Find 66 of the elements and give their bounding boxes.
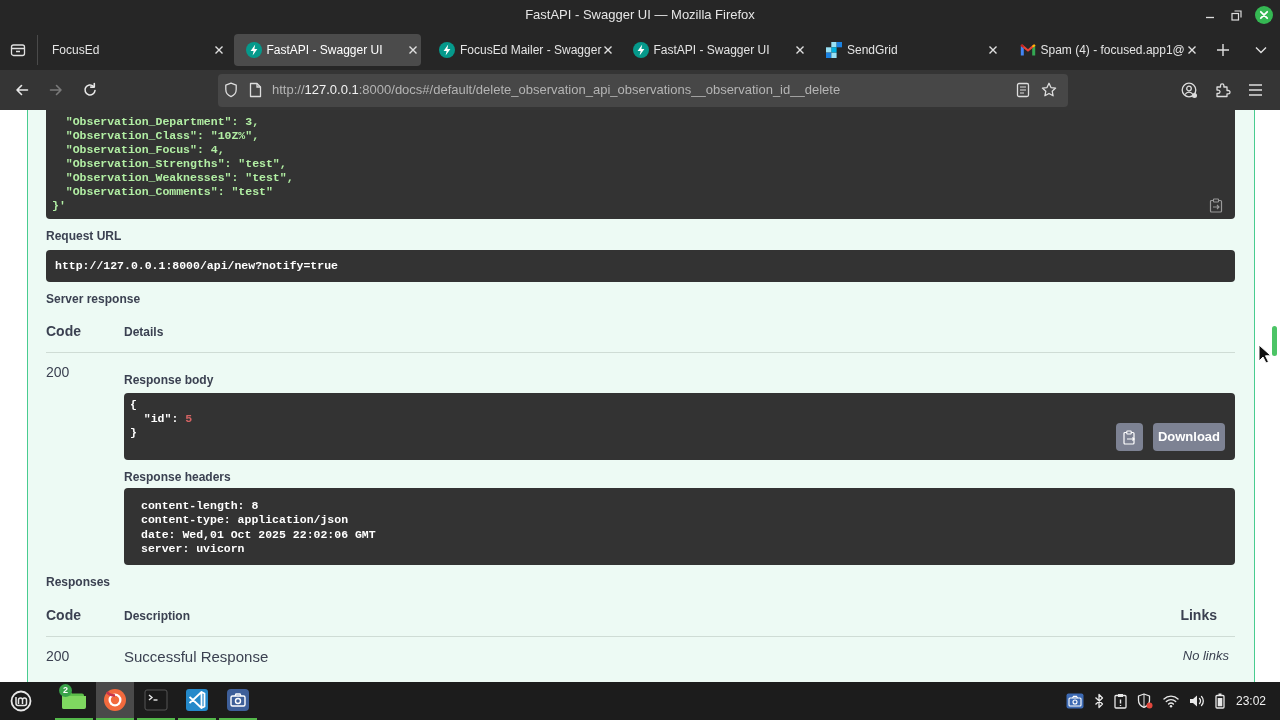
mail-logo-icon	[1019, 44, 1036, 56]
camera-icon	[224, 686, 252, 714]
maximize-icon[interactable]	[1231, 9, 1242, 21]
column-header: Description	[124, 607, 190, 625]
column-header: Links	[1180, 606, 1217, 625]
mouse-cursor-icon	[1258, 344, 1271, 364]
page-icon[interactable]	[249, 82, 262, 98]
links-value: No links	[1182, 647, 1229, 665]
request-url: http://127.0.0.1:8000/api/new?notify=true	[46, 250, 1235, 282]
column-header: Details	[124, 323, 164, 341]
clipboard-icon	[1122, 429, 1136, 445]
browser-tab[interactable]: FocusEd Mailer - Swagger	[427, 34, 614, 66]
puzzle-piece-icon[interactable]	[1215, 82, 1231, 98]
notification-count: 2	[59, 684, 72, 697]
status-code: 200	[46, 363, 71, 381]
shield-icon[interactable]	[224, 82, 238, 98]
copy-button[interactable]	[1115, 423, 1143, 451]
section-label: Responses	[46, 574, 112, 590]
shield-icon[interactable]	[1136, 693, 1153, 709]
scrollbar-thumb[interactable]	[1272, 326, 1277, 356]
camera-icon[interactable]	[1065, 693, 1084, 709]
window-title: FastAPI - Swagger UI — Mozilla Firefox	[525, 6, 755, 25]
section-label: Response headers	[124, 469, 232, 485]
squares-logo-icon	[826, 42, 842, 58]
browser-tab[interactable]: FocusEd	[40, 34, 227, 66]
column-header: Code	[46, 606, 82, 625]
column-header: Code	[46, 322, 82, 341]
section-label: Server response	[46, 291, 142, 307]
response-body-text: { "id": 5 }	[130, 398, 193, 440]
browser-tab[interactable]: FastAPI - Swagger UI	[620, 34, 808, 66]
reload-icon[interactable]	[82, 82, 98, 98]
browser-tab[interactable]: FastAPI - Swagger UI	[233, 34, 421, 66]
clock[interactable]: 23:02	[1235, 692, 1266, 710]
back-arrow-icon[interactable]	[14, 82, 30, 98]
lightning-logo-icon	[245, 42, 262, 58]
battery-icon[interactable]	[1214, 693, 1225, 709]
response-description: Successful Response	[124, 647, 269, 667]
section-label: Request URL	[46, 228, 123, 244]
start-menu-icon[interactable]	[10, 690, 32, 712]
bluetooth-icon[interactable]	[1093, 693, 1104, 709]
browser-icon	[101, 686, 129, 714]
code-editor-icon	[183, 686, 211, 714]
status-code: 200	[46, 647, 71, 665]
box-icon[interactable]	[10, 42, 26, 58]
terminal-icon	[142, 686, 170, 714]
menu-icon[interactable]	[1248, 83, 1263, 97]
lightning-logo-icon	[632, 42, 649, 58]
section-label: Response body	[124, 372, 215, 388]
browser-tab[interactable]: SendGrid	[814, 34, 1001, 66]
curl-command-text: "Observation_Department": 3, "Observation_Class": "10Z%", "Observation_Focus": 4, "Observation_Strengths": "test", "Observation_Weaknesses": "test", "Observation_Comments": "test" }'	[52, 115, 294, 213]
response-headers: content-length: 8 content-type: application/json date: Wed,01 Oct 2025 22:02:06 GMT server: uvicorn	[124, 488, 1235, 565]
address-bar[interactable]: http://127.0.0.1:8000/docs#/default/delete_observation_api_observations__observation_id__delete	[218, 73, 1068, 107]
taskbar-button[interactable]	[96, 682, 134, 720]
account-icon[interactable]	[1181, 81, 1198, 99]
lightning-logo-icon	[439, 42, 455, 58]
browser-tab[interactable]: Spam (4) - focused.app1@	[1007, 34, 1195, 66]
reader-view-icon[interactable]	[1016, 82, 1030, 98]
url-text: http://127.0.0.1:8000/docs#/default/delete_observation_api_observations__observation_id__delete	[272, 81, 841, 100]
bookmark-star-icon[interactable]	[1041, 82, 1057, 98]
download-button[interactable]: Download	[1152, 423, 1225, 451]
close-window-icon[interactable]	[1255, 6, 1273, 24]
wifi-icon[interactable]	[1162, 694, 1179, 708]
volume-icon[interactable]	[1188, 694, 1205, 708]
copy-icon[interactable]	[1209, 198, 1223, 213]
clipboard-icon[interactable]	[1113, 693, 1127, 709]
plus-icon[interactable]	[1216, 43, 1230, 57]
